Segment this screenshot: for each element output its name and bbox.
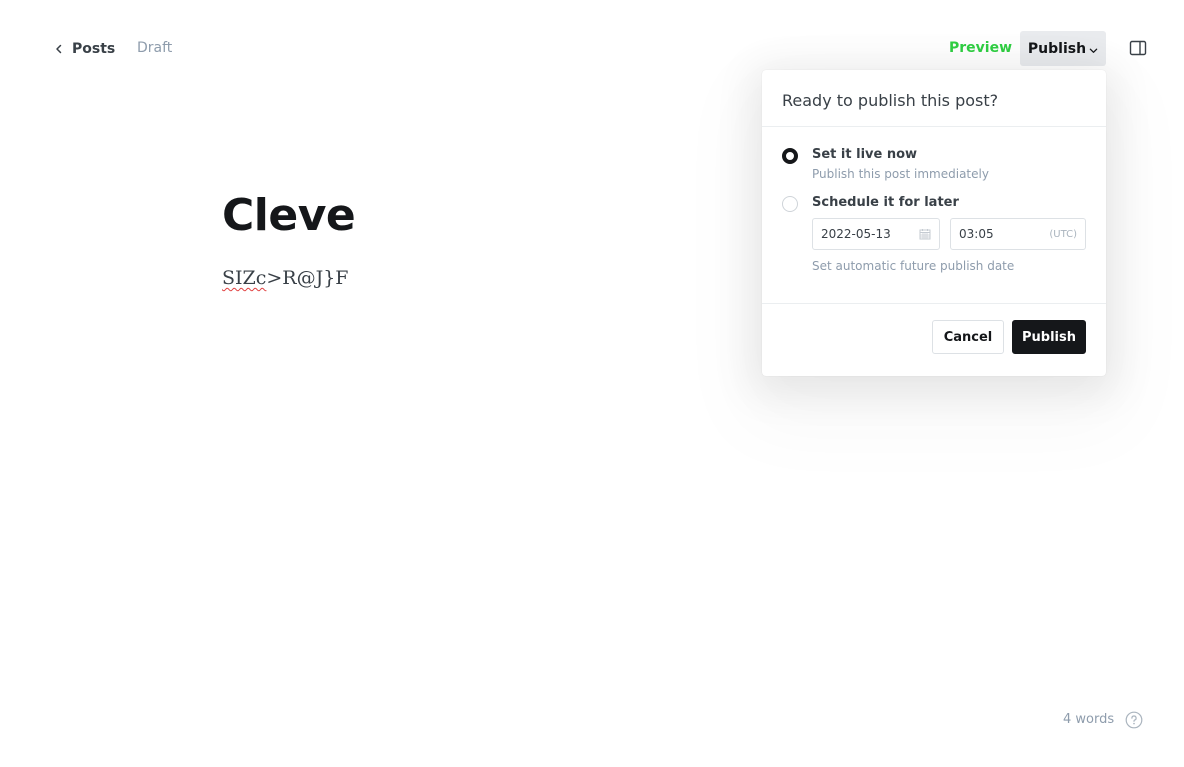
chevron-left-icon — [56, 44, 62, 54]
publish-menu-heading: Ready to publish this post? — [762, 70, 1106, 127]
schedule-date-input[interactable]: 2022-05-13 — [812, 218, 940, 250]
option-publish-now[interactable]: Set it live now Publish this post immedi… — [782, 147, 1086, 181]
option-label: Schedule it for later — [812, 195, 959, 210]
timezone-label: (UTC) — [1049, 228, 1077, 240]
post-title[interactable]: Cleve — [222, 190, 356, 241]
post-body-text: >R@J}F — [266, 267, 349, 289]
radio-publish-now[interactable] — [782, 148, 798, 164]
sidebar-toggle-icon[interactable] — [1129, 39, 1147, 57]
schedule-date-value: 2022-05-13 — [821, 227, 891, 241]
option-label: Set it live now — [812, 147, 918, 162]
calendar-icon — [919, 229, 931, 240]
post-status: Draft — [137, 40, 173, 56]
option-schedule-later[interactable]: Schedule it for later 2022-05-13 03:05 (… — [782, 195, 1086, 273]
back-to-posts-link[interactable]: Posts — [54, 38, 115, 60]
misspelled-word: SIZc — [222, 267, 267, 289]
publish-dropdown-label: Publish — [1027, 40, 1087, 57]
publish-options: Set it live now Publish this post immedi… — [762, 127, 1106, 304]
schedule-time-input[interactable]: 03:05 (UTC) — [950, 218, 1086, 250]
word-count: 4 words — [1063, 712, 1115, 727]
option-description: Publish this post immediately — [812, 167, 989, 181]
publish-menu-actions: Cancel Publish — [762, 304, 1106, 354]
radio-schedule-later[interactable] — [782, 196, 798, 212]
back-link-label: Posts — [72, 41, 116, 57]
cancel-button[interactable]: Cancel — [932, 320, 1004, 354]
schedule-hint: Set automatic future publish date — [812, 259, 1015, 273]
chevron-down-icon — [1089, 48, 1098, 53]
confirm-publish-button[interactable]: Publish — [1012, 320, 1086, 354]
help-icon[interactable] — [1125, 711, 1143, 729]
preview-button[interactable]: Preview — [949, 40, 1012, 56]
publish-menu: Ready to publish this post? Set it live … — [762, 70, 1106, 376]
post-body[interactable]: SIZc>R@J}F — [222, 267, 349, 289]
schedule-fields: 2022-05-13 03:05 (UTC) — [812, 218, 1086, 250]
schedule-time-value: 03:05 — [959, 227, 994, 241]
publish-dropdown-button[interactable]: Publish — [1020, 31, 1106, 66]
